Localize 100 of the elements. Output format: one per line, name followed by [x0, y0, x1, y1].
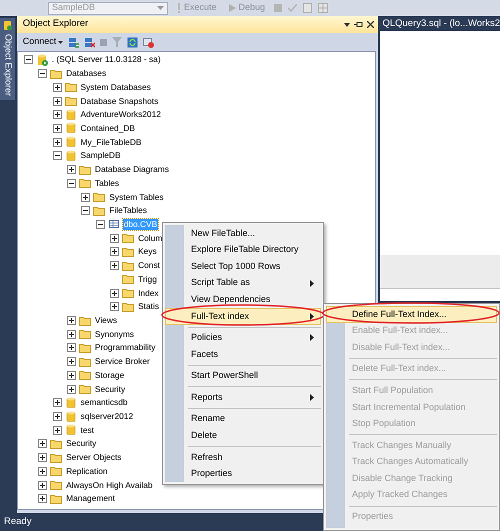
tree-item[interactable]: Synonyms	[94, 328, 135, 340]
menu-item[interactable]: Explore FileTable Directory	[165, 242, 321, 258]
expand-icon[interactable]	[66, 316, 76, 326]
tree-item[interactable]: Databases	[65, 68, 108, 80]
tree-item[interactable]: Replication	[65, 466, 109, 477]
pin-icon[interactable]	[354, 21, 364, 28]
caret-icon	[58, 40, 64, 44]
menu-item: Properties	[351, 510, 394, 524]
tree-item[interactable]: Service Broker	[94, 356, 151, 368]
tree-item[interactable]: semanticsdb	[80, 397, 129, 408]
tree-item[interactable]: System Tables	[108, 192, 165, 203]
folder-icon	[78, 314, 91, 327]
tree-item[interactable]: Database Diagrams	[94, 164, 170, 176]
tree-item[interactable]: sqlserver2012	[80, 411, 134, 422]
expand-icon[interactable]	[38, 453, 48, 462]
expand-icon[interactable]	[66, 343, 76, 352]
server-icon[interactable]	[68, 36, 80, 48]
server-x-icon[interactable]	[84, 36, 96, 48]
expand-icon[interactable]	[66, 165, 76, 174]
check-icon[interactable]	[288, 4, 298, 12]
expand-icon[interactable]	[38, 494, 48, 504]
expand-icon[interactable]	[52, 412, 62, 422]
tree-item[interactable]: Security	[94, 384, 126, 395]
editor-tab[interactable]: QLQuery3.sql - (lo...Works2	[380, 16, 500, 31]
tree-item[interactable]: Colum	[137, 232, 164, 244]
expand-icon[interactable]	[52, 426, 62, 435]
tree-item[interactable]: Trigg	[137, 274, 158, 285]
expand-icon[interactable]	[38, 480, 48, 490]
expand-icon[interactable]	[110, 288, 120, 298]
tree-item[interactable]: Storage	[94, 370, 126, 381]
tree-item[interactable]: Contained_DB	[80, 122, 136, 134]
expand-icon[interactable]	[110, 302, 120, 312]
tree-item[interactable]: AdventureWorks2012	[80, 109, 162, 120]
tree-item[interactable]: System Databases	[80, 82, 152, 93]
expand-icon[interactable]	[66, 330, 76, 339]
tree-item[interactable]: Programmability	[94, 342, 156, 354]
menu-item[interactable]: Start PowerShell	[165, 368, 321, 384]
expand-icon[interactable]	[38, 466, 48, 476]
menu-item[interactable]: Select Top 1000 Rows	[165, 258, 321, 275]
collapse-icon[interactable]	[52, 151, 62, 160]
tree-item[interactable]: . (SQL Server 11.0.3128 - sa)	[50, 54, 162, 66]
folder-icon	[78, 177, 91, 190]
menu-item[interactable]: Rename	[165, 410, 321, 428]
tree-item[interactable]: AlwaysOn High Availab	[65, 480, 154, 491]
refresh-icon[interactable]	[127, 36, 138, 48]
menu-item[interactable]: View Dependencies	[165, 291, 321, 308]
menu-item[interactable]: Facets	[165, 346, 321, 363]
status-text: Ready	[4, 516, 32, 527]
menu-item[interactable]: Refresh	[165, 449, 321, 466]
tree-item[interactable]: Keys	[137, 246, 158, 258]
folder-icon	[50, 479, 62, 492]
expand-icon[interactable]	[81, 192, 90, 202]
server-icon	[36, 54, 48, 66]
folder-icon	[64, 81, 76, 94]
database-icon	[64, 136, 76, 148]
tree-item[interactable]: test	[80, 424, 95, 436]
tree-item[interactable]: Server Objects	[65, 452, 122, 464]
tree-item[interactable]: SampleDB	[80, 150, 122, 162]
expand-icon[interactable]	[66, 384, 76, 394]
collapse-icon[interactable]	[96, 220, 105, 229]
collapse-icon[interactable]	[38, 69, 48, 78]
expand-icon[interactable]	[38, 439, 48, 448]
tree-item[interactable]: Const	[137, 260, 161, 272]
expand-icon[interactable]	[110, 247, 120, 256]
expand-icon[interactable]	[52, 138, 62, 147]
expand-icon[interactable]	[52, 110, 62, 120]
menu-item[interactable]: New FileTable...	[165, 225, 321, 242]
expand-icon[interactable]	[52, 124, 62, 133]
tree-item[interactable]: Views	[94, 315, 118, 326]
close-icon[interactable]	[367, 21, 374, 28]
menu-item[interactable]: Delete	[165, 428, 321, 444]
expand-icon[interactable]	[66, 357, 76, 366]
dropdown-icon[interactable]	[344, 22, 350, 26]
expand-icon[interactable]	[110, 261, 120, 270]
menu-item[interactable]: Properties	[165, 466, 321, 482]
menu-item[interactable]: Policies	[165, 330, 321, 346]
expand-icon[interactable]	[110, 234, 120, 243]
tree-item[interactable]: Statis	[137, 301, 160, 312]
tree-item[interactable]: Security	[65, 438, 98, 450]
collapse-icon[interactable]	[24, 55, 33, 64]
collapse-icon[interactable]	[66, 178, 76, 188]
expand-icon[interactable]	[52, 398, 62, 408]
menu-item[interactable]: Full-Text index	[165, 308, 321, 325]
tree-item[interactable]: Index	[137, 288, 160, 299]
expand-icon[interactable]	[52, 96, 62, 106]
menu-item[interactable]: Reports	[165, 389, 321, 406]
tree-item[interactable]: My_FileTableDB	[80, 136, 142, 148]
tree-item[interactable]: Tables	[94, 178, 120, 189]
side-tab[interactable]: Object Explorer	[0, 18, 15, 100]
collapse-icon[interactable]	[81, 206, 90, 216]
menu-item[interactable]: Script Table as	[165, 274, 321, 292]
connect-button[interactable]: Connect	[22, 35, 64, 49]
tree-item[interactable]: FileTables	[108, 205, 148, 216]
database-icon	[64, 424, 76, 436]
menu-item: Disable Change Tracking	[351, 472, 454, 485]
expand-icon[interactable]	[52, 82, 62, 92]
tree-item[interactable]: Database Snapshots	[80, 96, 160, 107]
expand-icon[interactable]	[66, 370, 76, 380]
tree-item[interactable]: Management	[65, 493, 116, 504]
folder-icon	[78, 328, 91, 340]
